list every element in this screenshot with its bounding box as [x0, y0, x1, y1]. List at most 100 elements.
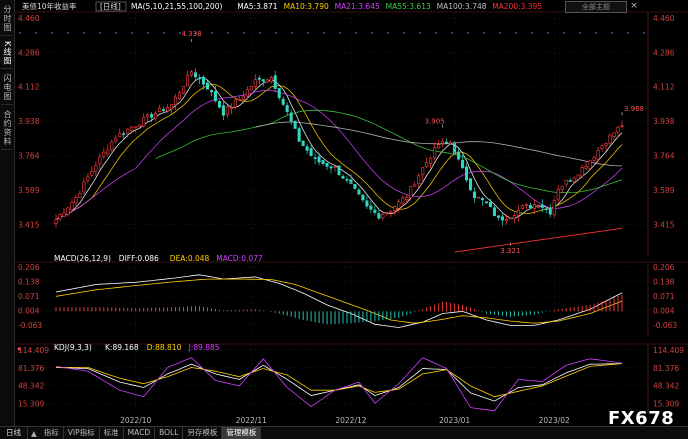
- marker-dot: [19, 32, 21, 34]
- macd-y-tick-right-0: 0.206: [653, 263, 675, 272]
- candle-body: [269, 77, 273, 82]
- candle-body: [146, 114, 150, 117]
- marker-dot: [339, 32, 341, 34]
- candle-body: [317, 156, 321, 163]
- candle-body: [193, 72, 198, 78]
- candle-body: [233, 99, 237, 108]
- main-legend-3: MA21:3.645: [335, 2, 380, 11]
- candle-body: [421, 167, 425, 176]
- candle-body: [588, 160, 592, 169]
- candle-body: [54, 219, 58, 224]
- marker-dot: [595, 32, 597, 34]
- kdj-line-D: [56, 363, 623, 398]
- y-tick-right-3: 3.938: [653, 117, 675, 126]
- candle-body: [445, 141, 449, 144]
- candle-body: [197, 77, 202, 80]
- candle-body: [568, 180, 572, 182]
- candle-body: [106, 149, 110, 155]
- theme-selector[interactable]: 全部主题: [565, 1, 627, 13]
- bottom-tab-0[interactable]: 日线: [0, 427, 28, 439]
- marker-dot: [35, 32, 37, 34]
- marker-dot: [275, 32, 277, 34]
- kdj-y-tick-right-2: 48.342: [653, 382, 679, 391]
- macd-y-tick-right-4: -0.063: [653, 321, 677, 330]
- y-tick-left-3: 3.938: [18, 117, 40, 126]
- marker-dot: [115, 32, 117, 34]
- candle-body: [417, 175, 421, 184]
- bottom-tab-5[interactable]: BOLL: [155, 427, 184, 439]
- candle-body: [341, 175, 345, 179]
- macd-y-tick-right-2: 0.071: [653, 292, 675, 301]
- x-tick-1: 2022/11: [236, 416, 267, 425]
- kdj-legend-0: KDJ(9,3,3): [54, 343, 92, 352]
- sidebar-item-3[interactable]: 合约资料: [1, 107, 13, 151]
- candle-body: [138, 124, 142, 127]
- bottom-tab-4[interactable]: MACD: [124, 427, 156, 439]
- candle-body: [520, 205, 524, 209]
- marker-dot: [547, 32, 549, 34]
- sidebar-item-2[interactable]: 闪电图: [1, 71, 13, 106]
- candle-body: [620, 125, 624, 127]
- candle-body: [389, 210, 393, 213]
- candle-body: [98, 156, 102, 165]
- main-legend-2: MA10:3.790: [284, 2, 329, 11]
- kdj-y-tick-right-1: 81.376: [653, 364, 679, 373]
- main-legend-5: MA100:3.748: [437, 2, 487, 11]
- candle-body: [154, 112, 158, 119]
- candle-body: [118, 132, 122, 137]
- candle-body: [301, 140, 305, 147]
- kdj-line-K: [55, 363, 623, 402]
- marker-dot: [147, 32, 149, 34]
- candle-body: [468, 178, 473, 191]
- candle-body: [564, 179, 568, 185]
- macd-legend-2: DEA:0.048: [170, 254, 210, 263]
- x-tick-3: 2023/01: [439, 416, 470, 425]
- candle-body: [237, 98, 241, 101]
- candle-body: [150, 114, 154, 118]
- candle-body: [437, 144, 441, 149]
- candle-body: [480, 198, 485, 201]
- close-icon[interactable]: ×: [629, 1, 639, 11]
- y-tick-left-6: 3.415: [18, 220, 40, 229]
- marker-dot: [435, 32, 437, 34]
- main-legend-4: MA55:3.613: [386, 2, 431, 11]
- candle-body: [584, 166, 588, 170]
- candle-body: [170, 104, 174, 110]
- candle-body: [409, 185, 413, 199]
- candle-body: [457, 151, 461, 160]
- marker-dot: [211, 32, 213, 34]
- candle-body: [229, 107, 233, 109]
- y-tick-left-2: 4.112: [18, 83, 40, 92]
- candle-body: [241, 95, 245, 100]
- bottom-tab-7[interactable]: 管理模板: [222, 427, 262, 439]
- annotation-1: 3.905: [425, 118, 445, 126]
- main-legend-6: MA200:3.395: [492, 2, 542, 11]
- candle-body: [333, 166, 337, 168]
- candles: [54, 68, 624, 228]
- candle-body: [102, 151, 106, 157]
- candle-body: [321, 160, 325, 165]
- candle-body: [516, 209, 520, 216]
- marker-dot: [67, 32, 69, 34]
- bottom-tab-2[interactable]: VIP指标: [64, 427, 100, 439]
- marker-dot: [291, 32, 293, 34]
- marker-dot: [387, 32, 389, 34]
- marker-dot: [259, 32, 261, 34]
- candle-body: [616, 126, 620, 133]
- candle-body: [476, 196, 481, 199]
- candle-body: [357, 189, 361, 195]
- bottom-tab-1[interactable]: 指标: [40, 427, 64, 439]
- candle-body: [548, 208, 552, 215]
- candle-body: [58, 214, 62, 220]
- candle-body: [576, 174, 580, 180]
- candle-body: [305, 146, 309, 151]
- bottom-tab-3[interactable]: 标准: [100, 427, 124, 439]
- bottom-tab-6[interactable]: 另存模板: [183, 427, 223, 439]
- candle-body: [293, 120, 297, 129]
- candle-body: [528, 204, 532, 209]
- ma-line-ma21: [55, 89, 623, 220]
- expand-icon[interactable]: ▲: [28, 429, 40, 438]
- candle-body: [373, 209, 377, 213]
- sidebar-item-1[interactable]: K线图: [1, 38, 13, 70]
- sidebar-item-0[interactable]: 分时图: [1, 2, 13, 36]
